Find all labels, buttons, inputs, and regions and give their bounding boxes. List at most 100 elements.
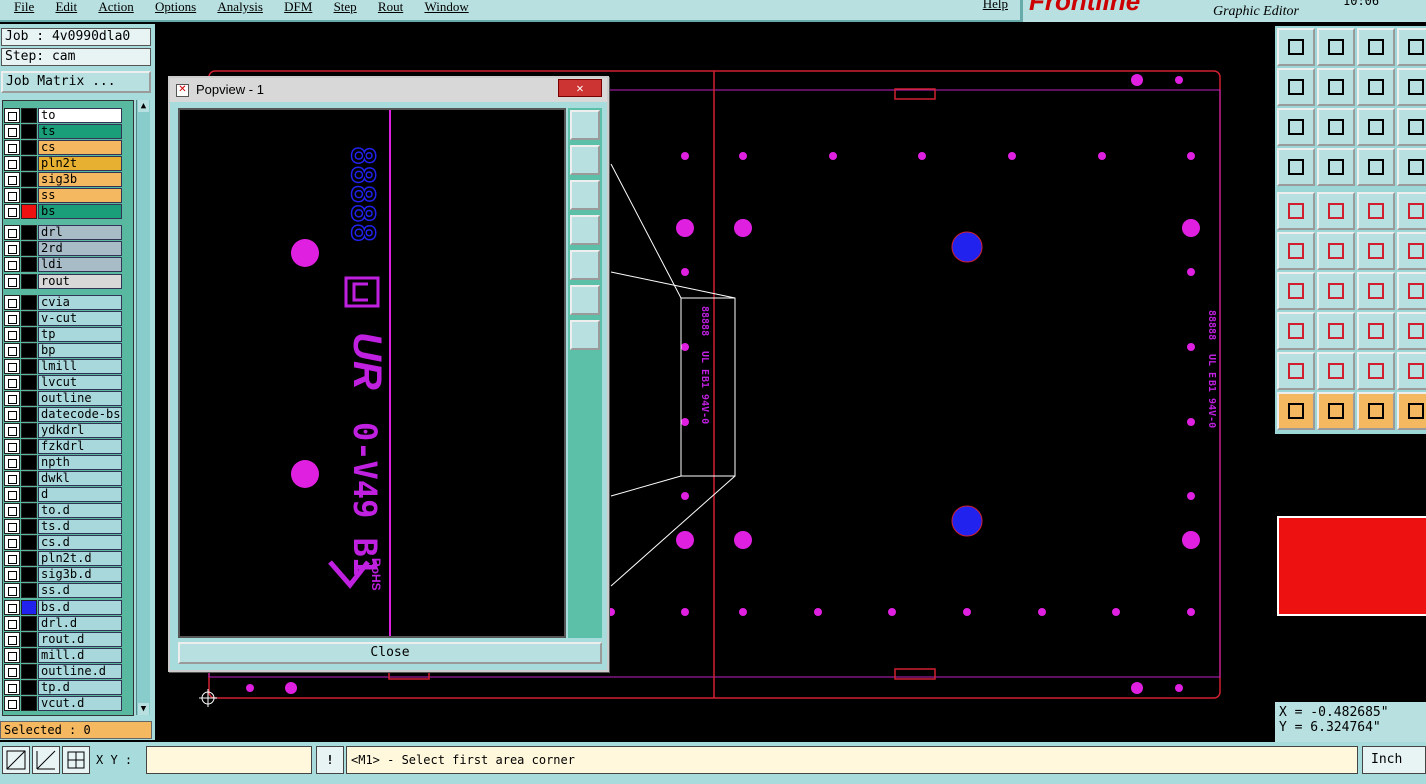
- layer-name[interactable]: cs: [38, 140, 122, 156]
- layer-name[interactable]: ldi: [38, 257, 122, 273]
- layer-color-swatch[interactable]: [21, 647, 37, 663]
- zoom-fit-icon[interactable]: [570, 110, 600, 140]
- layer-name[interactable]: ts.d: [38, 519, 122, 535]
- layer-row[interactable]: rout.d: [4, 631, 122, 647]
- layer-color-swatch[interactable]: [21, 519, 37, 535]
- layer-row[interactable]: fzkdrl: [4, 439, 122, 454]
- probe-icon[interactable]: [1317, 148, 1355, 186]
- layer-row[interactable]: rout: [4, 273, 122, 289]
- circle-icon[interactable]: [1397, 192, 1426, 230]
- layer-name[interactable]: ss.d: [38, 583, 122, 599]
- rotate-icon[interactable]: [1357, 68, 1395, 106]
- layer-checkbox[interactable]: [4, 326, 20, 342]
- layer-name[interactable]: cs.d: [38, 535, 122, 551]
- pan-left-icon[interactable]: [570, 215, 600, 245]
- layer-checkbox[interactable]: [4, 156, 20, 172]
- layer-row[interactable]: d: [4, 487, 122, 503]
- layer-row[interactable]: datecode-bs: [4, 406, 122, 422]
- load-icon[interactable]: [1277, 28, 1315, 66]
- layer-row[interactable]: outline: [4, 390, 122, 406]
- layer-color-swatch[interactable]: [21, 406, 37, 422]
- layer-name[interactable]: npth: [38, 455, 122, 471]
- arc-icon[interactable]: [1357, 232, 1395, 270]
- menu-step[interactable]: Step: [334, 0, 357, 13]
- menu-window[interactable]: Window: [424, 0, 468, 13]
- layer-row[interactable]: cs.d: [4, 535, 122, 551]
- layer-checkbox[interactable]: [4, 273, 20, 289]
- layer-row[interactable]: sig3b.d: [4, 567, 122, 583]
- layer-name[interactable]: sig3b: [38, 172, 122, 188]
- layer-checkbox[interactable]: [4, 241, 20, 257]
- layer-checkbox[interactable]: [4, 695, 20, 711]
- layer-name[interactable]: drl: [38, 225, 122, 241]
- layer-row[interactable]: lvcut: [4, 374, 122, 390]
- scroll-up-icon[interactable]: ▲: [138, 100, 149, 112]
- layer-color-swatch[interactable]: [21, 241, 37, 257]
- save-icon[interactable]: [1317, 28, 1355, 66]
- layer-color-swatch[interactable]: [21, 374, 37, 390]
- arrow-up-icon[interactable]: [1317, 352, 1355, 390]
- layer-checkbox[interactable]: [4, 663, 20, 679]
- layer-checkbox[interactable]: [4, 188, 20, 204]
- menu-help[interactable]: Help: [983, 0, 1008, 10]
- layer-name[interactable]: cvia: [38, 294, 122, 310]
- layer-name[interactable]: pln2t.d: [38, 551, 122, 567]
- layer-checkbox[interactable]: [4, 294, 20, 310]
- layer-name[interactable]: 2rd: [38, 241, 122, 257]
- layer-name[interactable]: ydkdrl: [38, 422, 122, 438]
- layer-color-swatch[interactable]: [21, 172, 37, 188]
- layer-color-swatch[interactable]: [21, 615, 37, 631]
- nodes-icon[interactable]: [1397, 312, 1426, 350]
- layer-name[interactable]: pln2t: [38, 156, 122, 172]
- layer-row[interactable]: npth: [4, 455, 122, 471]
- text-icon[interactable]: [1397, 272, 1426, 310]
- layer-row[interactable]: pln2t.d: [4, 551, 122, 567]
- layer-name[interactable]: ss: [38, 188, 122, 204]
- layer-color-swatch[interactable]: [21, 503, 37, 519]
- layer-checkbox[interactable]: [4, 503, 20, 519]
- layer-name[interactable]: d: [38, 487, 122, 503]
- layer-checkbox[interactable]: [4, 455, 20, 471]
- layer-color-swatch[interactable]: [21, 631, 37, 647]
- layer-name[interactable]: outline: [38, 390, 122, 406]
- popview-canvas[interactable]: 88888 UR 0-V49 B1 RoHS: [178, 108, 566, 638]
- menu-rout[interactable]: Rout: [378, 0, 403, 13]
- help-icon[interactable]: [1397, 108, 1426, 146]
- home-icon[interactable]: [1357, 28, 1395, 66]
- scale-icon[interactable]: [1357, 108, 1395, 146]
- pan-right-icon[interactable]: [570, 250, 600, 280]
- layer-name[interactable]: datecode-bs: [38, 406, 122, 422]
- layer-row[interactable]: dwkl: [4, 471, 122, 487]
- nets-icon[interactable]: [1397, 148, 1426, 186]
- unit-selector[interactable]: Inch: [1362, 746, 1426, 774]
- layer-name[interactable]: tp: [38, 326, 122, 342]
- layer-name[interactable]: rout: [38, 273, 122, 289]
- layer-checkbox[interactable]: [4, 679, 20, 695]
- layer-name[interactable]: bp: [38, 342, 122, 358]
- layer-name[interactable]: tp.d: [38, 679, 122, 695]
- layer-color-swatch[interactable]: [21, 108, 37, 123]
- layer-checkbox[interactable]: [4, 204, 20, 220]
- layer-color-swatch[interactable]: [21, 567, 37, 583]
- layer-checkbox[interactable]: [4, 567, 20, 583]
- layer-color-swatch[interactable]: [21, 599, 37, 615]
- select-pad-icon[interactable]: [1277, 192, 1315, 230]
- popview-close-button[interactable]: Close: [178, 642, 602, 664]
- pointer-circle-icon[interactable]: [1357, 392, 1395, 430]
- layer-color-swatch[interactable]: [21, 663, 37, 679]
- layer-name[interactable]: sig3b.d: [38, 567, 122, 583]
- layer-name[interactable]: ts: [38, 124, 122, 140]
- layer-row[interactable]: bs: [4, 204, 122, 220]
- layer-checkbox[interactable]: [4, 631, 20, 647]
- layer-row[interactable]: to.d: [4, 503, 122, 519]
- layer-color-swatch[interactable]: [21, 390, 37, 406]
- layer-checkbox[interactable]: [4, 519, 20, 535]
- layer-checkbox[interactable]: [4, 124, 20, 140]
- layer-checkbox[interactable]: [4, 439, 20, 454]
- pad-add-icon[interactable]: [1277, 312, 1315, 350]
- fit-icon[interactable]: [1277, 108, 1315, 146]
- xy-input[interactable]: [146, 746, 312, 774]
- cross-icon[interactable]: [1317, 232, 1355, 270]
- zoom-out-icon[interactable]: [570, 320, 600, 350]
- layer-row[interactable]: vcut.d: [4, 695, 122, 711]
